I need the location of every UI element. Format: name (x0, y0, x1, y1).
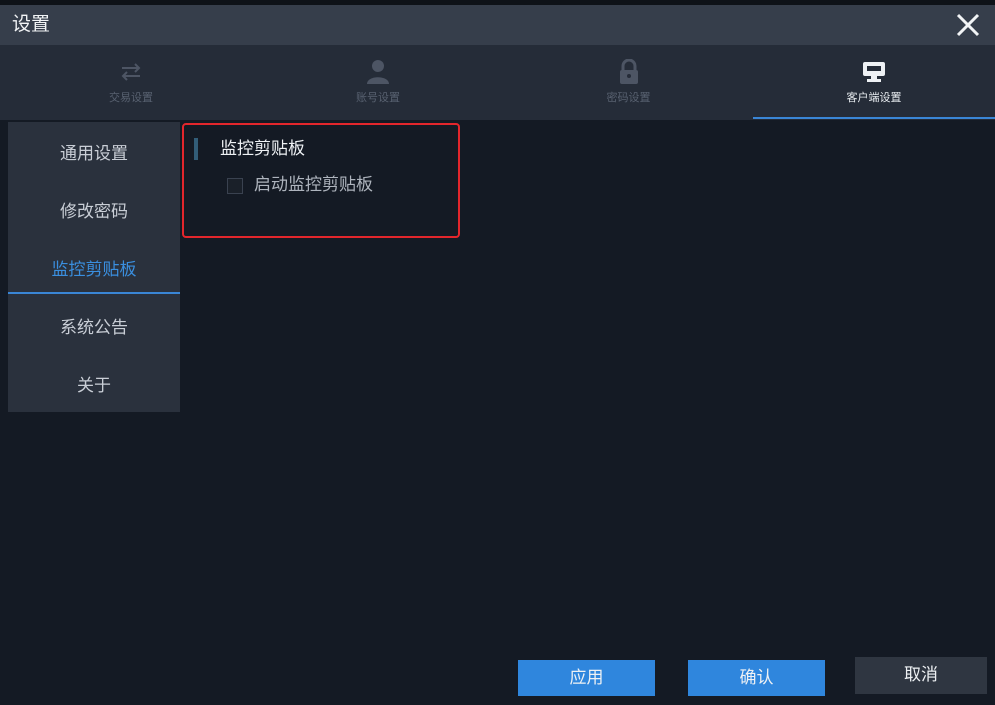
tab-bar: 交易设置 账号设置 密码设置 客户端设置 (0, 45, 995, 120)
title-bar: 设置 (0, 5, 995, 45)
sidebar-item-change-password[interactable]: 修改密码 (8, 180, 180, 238)
settings-window: 设置 交易设置 账号设置 密码设置 客户端设置 通用设置 修改密码 监控剪贴板 … (0, 0, 995, 705)
close-button[interactable] (953, 10, 983, 40)
annotation-highlight-box (182, 123, 460, 238)
sidebar-item-label: 系统公告 (60, 317, 128, 338)
sidebar-item-label: 关于 (77, 375, 111, 396)
tab-label: 账号设置 (356, 91, 400, 104)
confirm-button[interactable]: 确认 (688, 660, 825, 696)
sidebar-item-label: 修改密码 (60, 201, 128, 222)
close-icon (956, 13, 980, 37)
active-tab-indicator (753, 117, 995, 119)
apply-button[interactable]: 应用 (518, 660, 655, 696)
tab-account-settings[interactable]: 账号设置 (252, 45, 504, 120)
swap-arrows-icon (118, 59, 144, 85)
sidebar-item-announcements[interactable]: 系统公告 (8, 296, 180, 354)
tab-label: 客户端设置 (846, 91, 902, 104)
sidebar-item-clipboard-monitor[interactable]: 监控剪贴板 (8, 238, 180, 296)
sidebar-item-general[interactable]: 通用设置 (8, 122, 180, 180)
tab-trade-settings[interactable]: 交易设置 (10, 45, 252, 120)
sidebar-item-label: 监控剪贴板 (51, 259, 137, 280)
tab-client-settings[interactable]: 客户端设置 (753, 45, 995, 120)
tab-label: 交易设置 (109, 91, 153, 104)
sidebar-item-label: 通用设置 (60, 143, 128, 164)
sidebar: 通用设置 修改密码 监控剪贴板 系统公告 关于 (8, 122, 180, 412)
tab-label: 密码设置 (606, 91, 651, 104)
sidebar-item-about[interactable]: 关于 (8, 354, 180, 412)
lock-icon (616, 59, 642, 85)
tab-password-settings[interactable]: 密码设置 (504, 45, 753, 120)
cancel-button[interactable]: 取消 (855, 657, 987, 694)
window-title: 设置 (12, 13, 51, 35)
sidebar-active-indicator (8, 292, 180, 294)
monitor-icon (861, 59, 887, 85)
user-icon (365, 59, 391, 85)
